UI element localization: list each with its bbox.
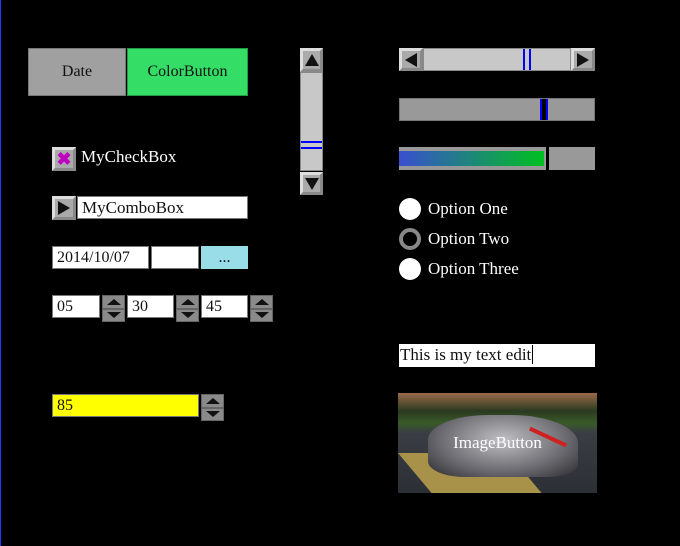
arrow-left-icon (405, 52, 417, 67)
scroll-track[interactable] (423, 48, 571, 71)
text-edit[interactable]: This is my text edit (399, 344, 595, 367)
arrow-right-icon (577, 52, 589, 67)
text-edit-value: This is my text edit (400, 345, 532, 364)
second-field[interactable]: 45 (201, 295, 248, 318)
text-cursor (532, 345, 534, 364)
slider[interactable] (399, 98, 595, 121)
radio-option-one[interactable]: Option One (399, 198, 508, 220)
slider-thumb[interactable] (540, 99, 548, 120)
spin-down-button[interactable] (250, 308, 273, 322)
checkbox-label: MyCheckBox (81, 147, 177, 166)
check-x-icon: ✖ (56, 149, 72, 169)
radio-option-two[interactable]: Option Two (399, 228, 509, 250)
vertical-scrollbar[interactable] (300, 48, 323, 195)
horizontal-scrollbar[interactable] (399, 48, 595, 71)
date-field[interactable]: 2014/10/07 (52, 246, 149, 269)
second-spinner[interactable] (250, 295, 273, 322)
spin-up-button[interactable] (102, 295, 125, 309)
scroll-up-button[interactable] (300, 48, 323, 72)
radio-label: Option Three (428, 259, 519, 278)
spinbox-spinner[interactable] (201, 394, 224, 421)
arrow-up-icon (106, 298, 121, 305)
scroll-down-button[interactable] (300, 172, 323, 195)
arrow-up-icon (304, 54, 319, 66)
combo-dropdown-button[interactable] (52, 196, 76, 220)
spin-down-button[interactable] (201, 407, 224, 421)
scroll-left-button[interactable] (399, 48, 423, 71)
scroll-thumb[interactable] (301, 141, 322, 149)
date-extra-field[interactable] (151, 246, 199, 269)
spin-down-button[interactable] (102, 308, 125, 322)
spinbox-field[interactable]: 85 (52, 394, 199, 417)
scroll-thumb[interactable] (523, 49, 531, 70)
arrow-down-icon (254, 312, 269, 319)
browse-label: ... (218, 248, 231, 266)
arrow-right-icon (58, 201, 70, 215)
minute-field[interactable]: 30 (127, 295, 174, 318)
arrow-up-icon (205, 397, 220, 404)
radio-button[interactable] (399, 258, 421, 280)
minute-spinner[interactable] (176, 295, 199, 322)
spin-down-button[interactable] (176, 308, 199, 322)
arrow-down-icon (180, 312, 195, 319)
radio-label: Option One (428, 199, 508, 218)
spin-up-button[interactable] (176, 295, 199, 309)
arrow-up-icon (180, 298, 195, 305)
progress-bar (399, 147, 595, 170)
spin-up-button[interactable] (201, 394, 224, 408)
image-button[interactable]: ImageButton (398, 393, 597, 493)
scroll-track[interactable] (300, 72, 323, 171)
combo-box-field[interactable]: MyComboBox (77, 196, 248, 219)
date-button[interactable]: Date (28, 48, 126, 96)
arrow-down-icon (106, 312, 121, 319)
radio-option-three[interactable]: Option Three (399, 258, 519, 280)
radio-button[interactable] (399, 198, 421, 220)
progress-fill (399, 147, 546, 170)
radio-button-selected[interactable] (399, 228, 421, 250)
color-button[interactable]: ColorButton (127, 48, 248, 96)
image-button-label: ImageButton (453, 433, 542, 452)
color-button-label: ColorButton (147, 63, 228, 80)
spin-up-button[interactable] (250, 295, 273, 309)
scroll-right-button[interactable] (571, 48, 595, 71)
hour-spinner[interactable] (102, 295, 125, 322)
hour-field[interactable]: 05 (52, 295, 100, 318)
arrow-up-icon (254, 298, 269, 305)
radio-label: Option Two (428, 229, 510, 248)
arrow-down-icon (205, 411, 220, 418)
checkbox[interactable]: ✖ (52, 147, 76, 171)
date-button-label: Date (61, 63, 93, 80)
date-browse-button[interactable]: ... (201, 246, 248, 269)
progress-remaining (549, 147, 595, 170)
arrow-down-icon (304, 177, 319, 190)
